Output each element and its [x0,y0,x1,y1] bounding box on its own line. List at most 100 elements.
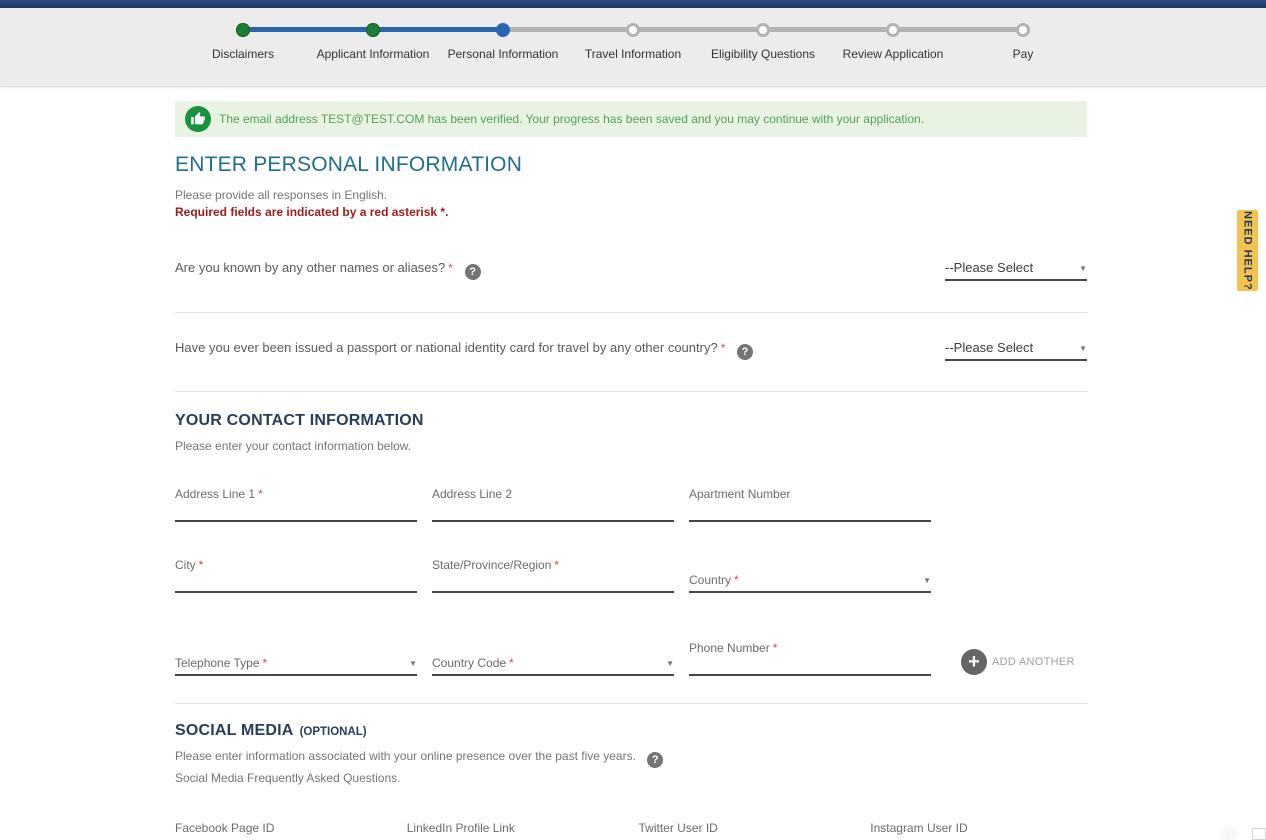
phone-number-input[interactable] [689,658,931,676]
address-line-2-field: Address Line 2 [432,487,674,522]
step-review-application[interactable]: Review Application [828,8,958,63]
step-pay[interactable]: Pay [958,8,1088,63]
required-asterisk: * [448,261,453,275]
social-title-text: SOCIAL MEDIA [175,722,294,740]
step-applicant-information[interactable]: Applicant Information [308,8,438,63]
banner-message: The email address TEST@TEST.COM has been… [219,112,924,126]
required-asterisk: * [509,656,514,670]
city-state-country-row: City* State/Province/Region* Country* ▼ [175,558,1087,593]
twitter-field: Twitter User ID [639,821,856,840]
aliases-select[interactable]: --Please Select ▼ [945,255,1087,281]
required-asterisk: * [734,573,739,587]
state-province-field: State/Province/Region* [432,558,674,593]
step-label: Disclaimers [212,47,274,61]
field-label: LinkedIn Profile Link [407,821,624,835]
step-label: Personal Information [448,47,559,61]
step-label: Pay [1013,47,1034,61]
select-value: --Please Select [945,340,1033,355]
step-eligibility-questions[interactable]: Eligibility Questions [698,8,828,63]
city-input[interactable] [175,575,417,593]
country-code-select[interactable]: Country Code* ▼ [432,656,674,676]
chevron-down-icon: ▼ [1079,345,1087,355]
section-divider [175,703,1087,704]
thumbs-up-icon [185,106,211,132]
required-asterisk: * [199,558,204,572]
field-label: Phone Number* [689,641,931,655]
apartment-number-field: Apartment Number [689,487,931,522]
required-asterisk: * [554,558,559,572]
question-text: Are you known by any other names or alia… [175,260,445,275]
chevron-down-icon: ▼ [666,660,674,670]
step-travel-information[interactable]: Travel Information [568,8,698,63]
social-section-subtitle: Please enter information associated with… [175,749,1087,768]
step-dot-upcoming [886,23,900,37]
social-media-faq-link[interactable]: Social Media Frequently Asked Questions. [175,771,1087,785]
help-icon[interactable]: ? [465,264,481,280]
telephone-type-field: Telephone Type* ▼ [175,656,417,676]
contact-section-subtitle: Please enter your contact information be… [175,439,1087,453]
apartment-number-input[interactable] [689,504,931,522]
telephone-type-select[interactable]: Telephone Type* ▼ [175,656,417,676]
other-passport-question-label: Have you ever been issued a passport or … [175,335,945,360]
address-line-1-input[interactable] [175,504,417,522]
chevron-down-icon: ▼ [923,577,931,587]
step-label: Review Application [843,47,944,61]
contact-section-title: YOUR CONTACT INFORMATION [175,412,1087,430]
country-select[interactable]: Country* ▼ [689,573,931,593]
chevron-down-icon: ▼ [409,660,417,670]
other-passport-select[interactable]: --Please Select ▼ [945,335,1087,361]
english-note: Please provide all responses in English. [175,188,1087,202]
help-icon[interactable]: ? [647,752,663,768]
field-label: Address Line 1* [175,487,417,501]
corner-widget [1252,828,1266,840]
aliases-question-row: Are you known by any other names or alia… [175,219,1087,313]
main-content: The email address TEST@TEST.COM has been… [175,101,1087,840]
select-value: --Please Select [945,260,1033,275]
step-personal-information[interactable]: Personal Information [438,8,568,63]
state-province-input[interactable] [432,575,674,593]
required-asterisk: * [721,341,726,355]
phone-number-field: Phone Number* [689,641,931,676]
address-row: Address Line 1* Address Line 2 Apartment… [175,487,1087,522]
country-field: Country* ▼ [689,573,931,593]
step-label: Eligibility Questions [711,47,815,61]
add-phone-button[interactable]: + ADD ANOTHER [961,649,1075,676]
field-label: City* [175,558,417,572]
chevron-down-icon: ▼ [1079,265,1087,275]
need-help-label: NEED HELP? [1242,211,1254,291]
step-dot-current [496,23,510,37]
field-label: Address Line 2 [432,487,674,501]
field-label: Telephone Type* [175,656,267,670]
city-field: City* [175,558,417,593]
address-line-1-field: Address Line 1* [175,487,417,522]
progress-header: Disclaimers Applicant Information Person… [0,8,1266,87]
field-label: State/Province/Region* [432,558,674,572]
field-label: Instagram User ID [870,821,1087,835]
need-help-tab[interactable]: NEED HELP? [1237,210,1258,291]
help-icon[interactable]: ? [737,344,753,360]
step-label: Travel Information [585,47,681,61]
step-dot-upcoming [626,23,640,37]
optional-tag: (OPTIONAL) [300,726,367,738]
instagram-field: Instagram User ID [870,821,1087,840]
step-label: Applicant Information [317,47,430,61]
required-asterisk: * [258,487,263,501]
social-section-title: SOCIAL MEDIA (OPTIONAL) [175,722,1087,740]
required-fields-note: Required fields are indicated by a red a… [175,205,1087,219]
field-label: Country Code* [432,656,514,670]
country-code-field: Country Code* ▼ [432,656,674,676]
field-label: Facebook Page ID [175,821,392,835]
plus-icon: + [961,649,987,675]
step-dot-upcoming [756,23,770,37]
page-title: ENTER PERSONAL INFORMATION [175,153,1087,177]
social-subtitle-text: Please enter information associated with… [175,749,636,763]
question-text: Have you ever been issued a passport or … [175,340,718,355]
field-label: Twitter User ID [639,821,856,835]
step-disclaimers[interactable]: Disclaimers [178,8,308,63]
top-navbar [0,0,1266,8]
address-line-2-input[interactable] [432,504,674,522]
required-asterisk: * [773,641,778,655]
step-dot-upcoming [1016,23,1030,37]
field-label: Country* [689,573,739,587]
facebook-field: Facebook Page ID [175,821,392,840]
